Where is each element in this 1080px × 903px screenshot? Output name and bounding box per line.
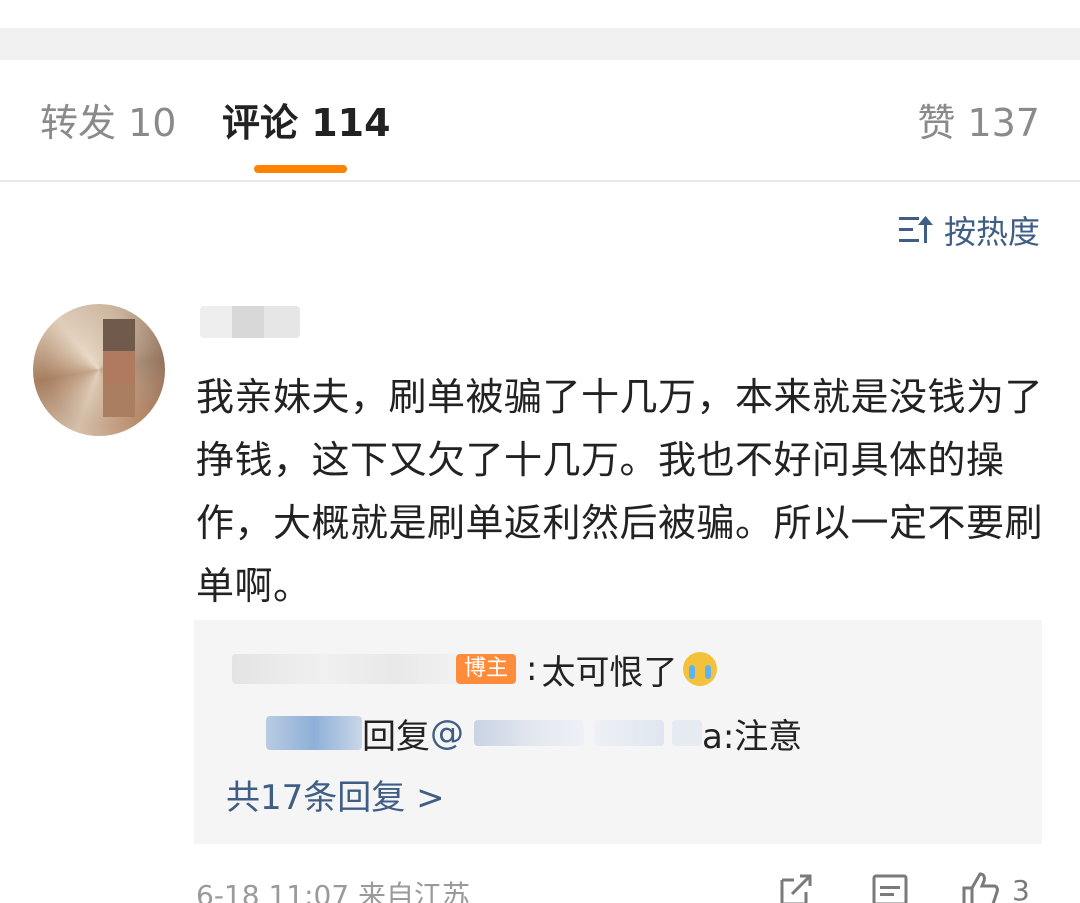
mention-redacted xyxy=(672,720,702,746)
tab-reposts[interactable]: 转发 10 xyxy=(40,100,176,146)
reply-author-redacted[interactable] xyxy=(232,654,464,684)
tabs-divider xyxy=(0,180,1080,182)
reply-text: 太可恨了 xyxy=(541,652,678,693)
share-icon xyxy=(780,874,812,903)
reply-author-redacted[interactable] xyxy=(266,716,362,750)
blogger-badge: 博主 xyxy=(456,654,517,684)
avatar-mosaic-block xyxy=(103,319,135,351)
mention-redacted xyxy=(474,720,584,746)
avatar-mosaic-block xyxy=(103,385,135,417)
avatar-mosaic xyxy=(33,304,165,436)
mention-link[interactable]: @ xyxy=(430,713,464,753)
comments-page: 转发 10 评论 114 赞 137 按热度 我亲妹夫，刷单被骗了十几万，本来就… xyxy=(0,0,1080,903)
avatar[interactable] xyxy=(33,304,165,436)
section-separator-band xyxy=(0,28,1080,60)
tab-bar: 转发 10 评论 114 赞 137 xyxy=(0,60,1080,182)
reply-item[interactable]: 回复 @ a:注意 xyxy=(194,708,802,758)
reply-text: a:注意 xyxy=(702,716,803,757)
reply-separator: : xyxy=(526,649,538,689)
active-tab-indicator xyxy=(254,165,347,173)
share-button[interactable] xyxy=(776,870,816,903)
reply-button[interactable] xyxy=(870,870,910,903)
comment-text: 我亲妹夫，刷单被骗了十几万，本来就是没钱为了挣钱，这下又欠了十几万。我也不好问具… xyxy=(196,375,1044,608)
reply-prefix: 回复 xyxy=(362,716,430,757)
tab-comments[interactable]: 评论 114 xyxy=(222,100,391,146)
replies-box[interactable]: 博主 : 太可恨了 回复 @ a:注意 共17条回复 > xyxy=(194,620,1042,844)
avatar-mosaic-block xyxy=(103,351,135,385)
comment-meta-row: 6-18 11:07 来自江苏 3 xyxy=(196,870,1042,903)
comment-time-location: 6-18 11:07 来自江苏 xyxy=(196,879,471,903)
like-button[interactable]: 3 xyxy=(960,870,1030,903)
top-strip xyxy=(0,0,1080,28)
crying-face-icon xyxy=(683,652,718,686)
comment-icon xyxy=(872,874,908,903)
username-redacted[interactable] xyxy=(200,306,300,338)
tab-likes[interactable]: 赞 137 xyxy=(917,100,1040,146)
like-count: 3 xyxy=(1012,873,1030,903)
sort-by-hot-button[interactable]: 按热度 xyxy=(898,207,1040,253)
sort-icon xyxy=(898,216,933,243)
view-all-replies-link[interactable]: 共17条回复 > xyxy=(226,770,445,819)
mention-redacted xyxy=(594,720,664,746)
reply-item[interactable]: 博主 : 太可恨了 xyxy=(194,644,718,694)
sort-label: 按热度 xyxy=(943,213,1040,251)
thumbs-up-icon xyxy=(962,872,999,903)
